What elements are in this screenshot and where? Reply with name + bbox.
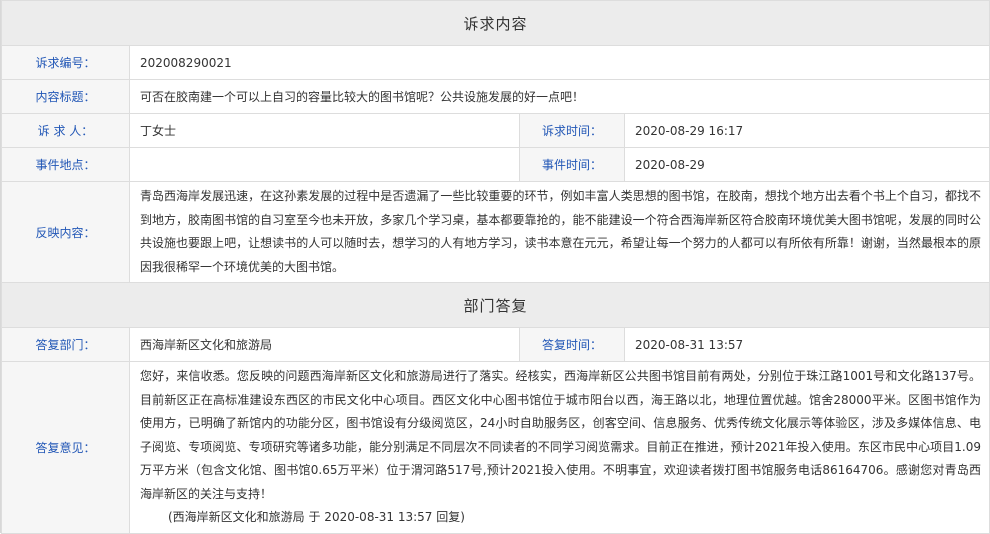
complaint-table: 诉求内容 诉求编号： 202008290021 内容标题： 可否在胶南建一个可以… [0, 0, 990, 534]
event-place-value [129, 147, 520, 182]
reply-dept-value: 西海岸新区文化和旅游局 [129, 327, 520, 362]
section-title-reply: 部门答复 [0, 282, 990, 328]
complainant-label: 诉 求 人： [1, 113, 130, 148]
complaint-id-label: 诉求编号： [1, 45, 130, 80]
reply-dept-label: 答复部门： [1, 327, 130, 362]
complaint-id-value: 202008290021 [128, 45, 990, 80]
event-place-label: 事件地点： [1, 147, 130, 182]
reply-time-value: 2020-08-31 13:57 [623, 327, 990, 362]
complaint-title-label: 内容标题： [1, 79, 130, 114]
complaint-content-value: 青岛西海岸发展迅速，在这孙素发展的过程中是否遗漏了一些比较重要的环节，例如丰富人… [128, 181, 990, 283]
reply-opinion-cell: 您好，来信收悉。您反映的问题西海岸新区文化和旅游局进行了落实。经核实，西海岸新区… [128, 361, 990, 534]
reply-opinion-label: 答复意见： [1, 361, 130, 534]
complaint-time-label: 诉求时间： [519, 113, 625, 148]
complaint-page: 诉求内容 诉求编号： 202008290021 内容标题： 可否在胶南建一个可以… [0, 0, 990, 534]
section-title-complaint: 诉求内容 [0, 0, 990, 46]
complainant-value: 丁女士 [129, 113, 520, 148]
complaint-time-value: 2020-08-29 16:17 [623, 113, 990, 148]
complaint-title-value: 可否在胶南建一个可以上自习的容量比较大的图书馆呢？公共设施发展的好一点吧！ [128, 79, 990, 114]
reply-opinion-value: 您好，来信收悉。您反映的问题西海岸新区文化和旅游局进行了落实。经核实，西海岸新区… [140, 369, 982, 501]
event-time-value: 2020-08-29 [623, 147, 990, 182]
reply-time-label: 答复时间： [519, 327, 625, 362]
reply-signature: (西海岸新区文化和旅游局 于 2020-08-31 13:57 回复) [168, 510, 465, 524]
complaint-content-label: 反映内容： [1, 181, 130, 283]
event-time-label: 事件时间： [519, 147, 625, 182]
